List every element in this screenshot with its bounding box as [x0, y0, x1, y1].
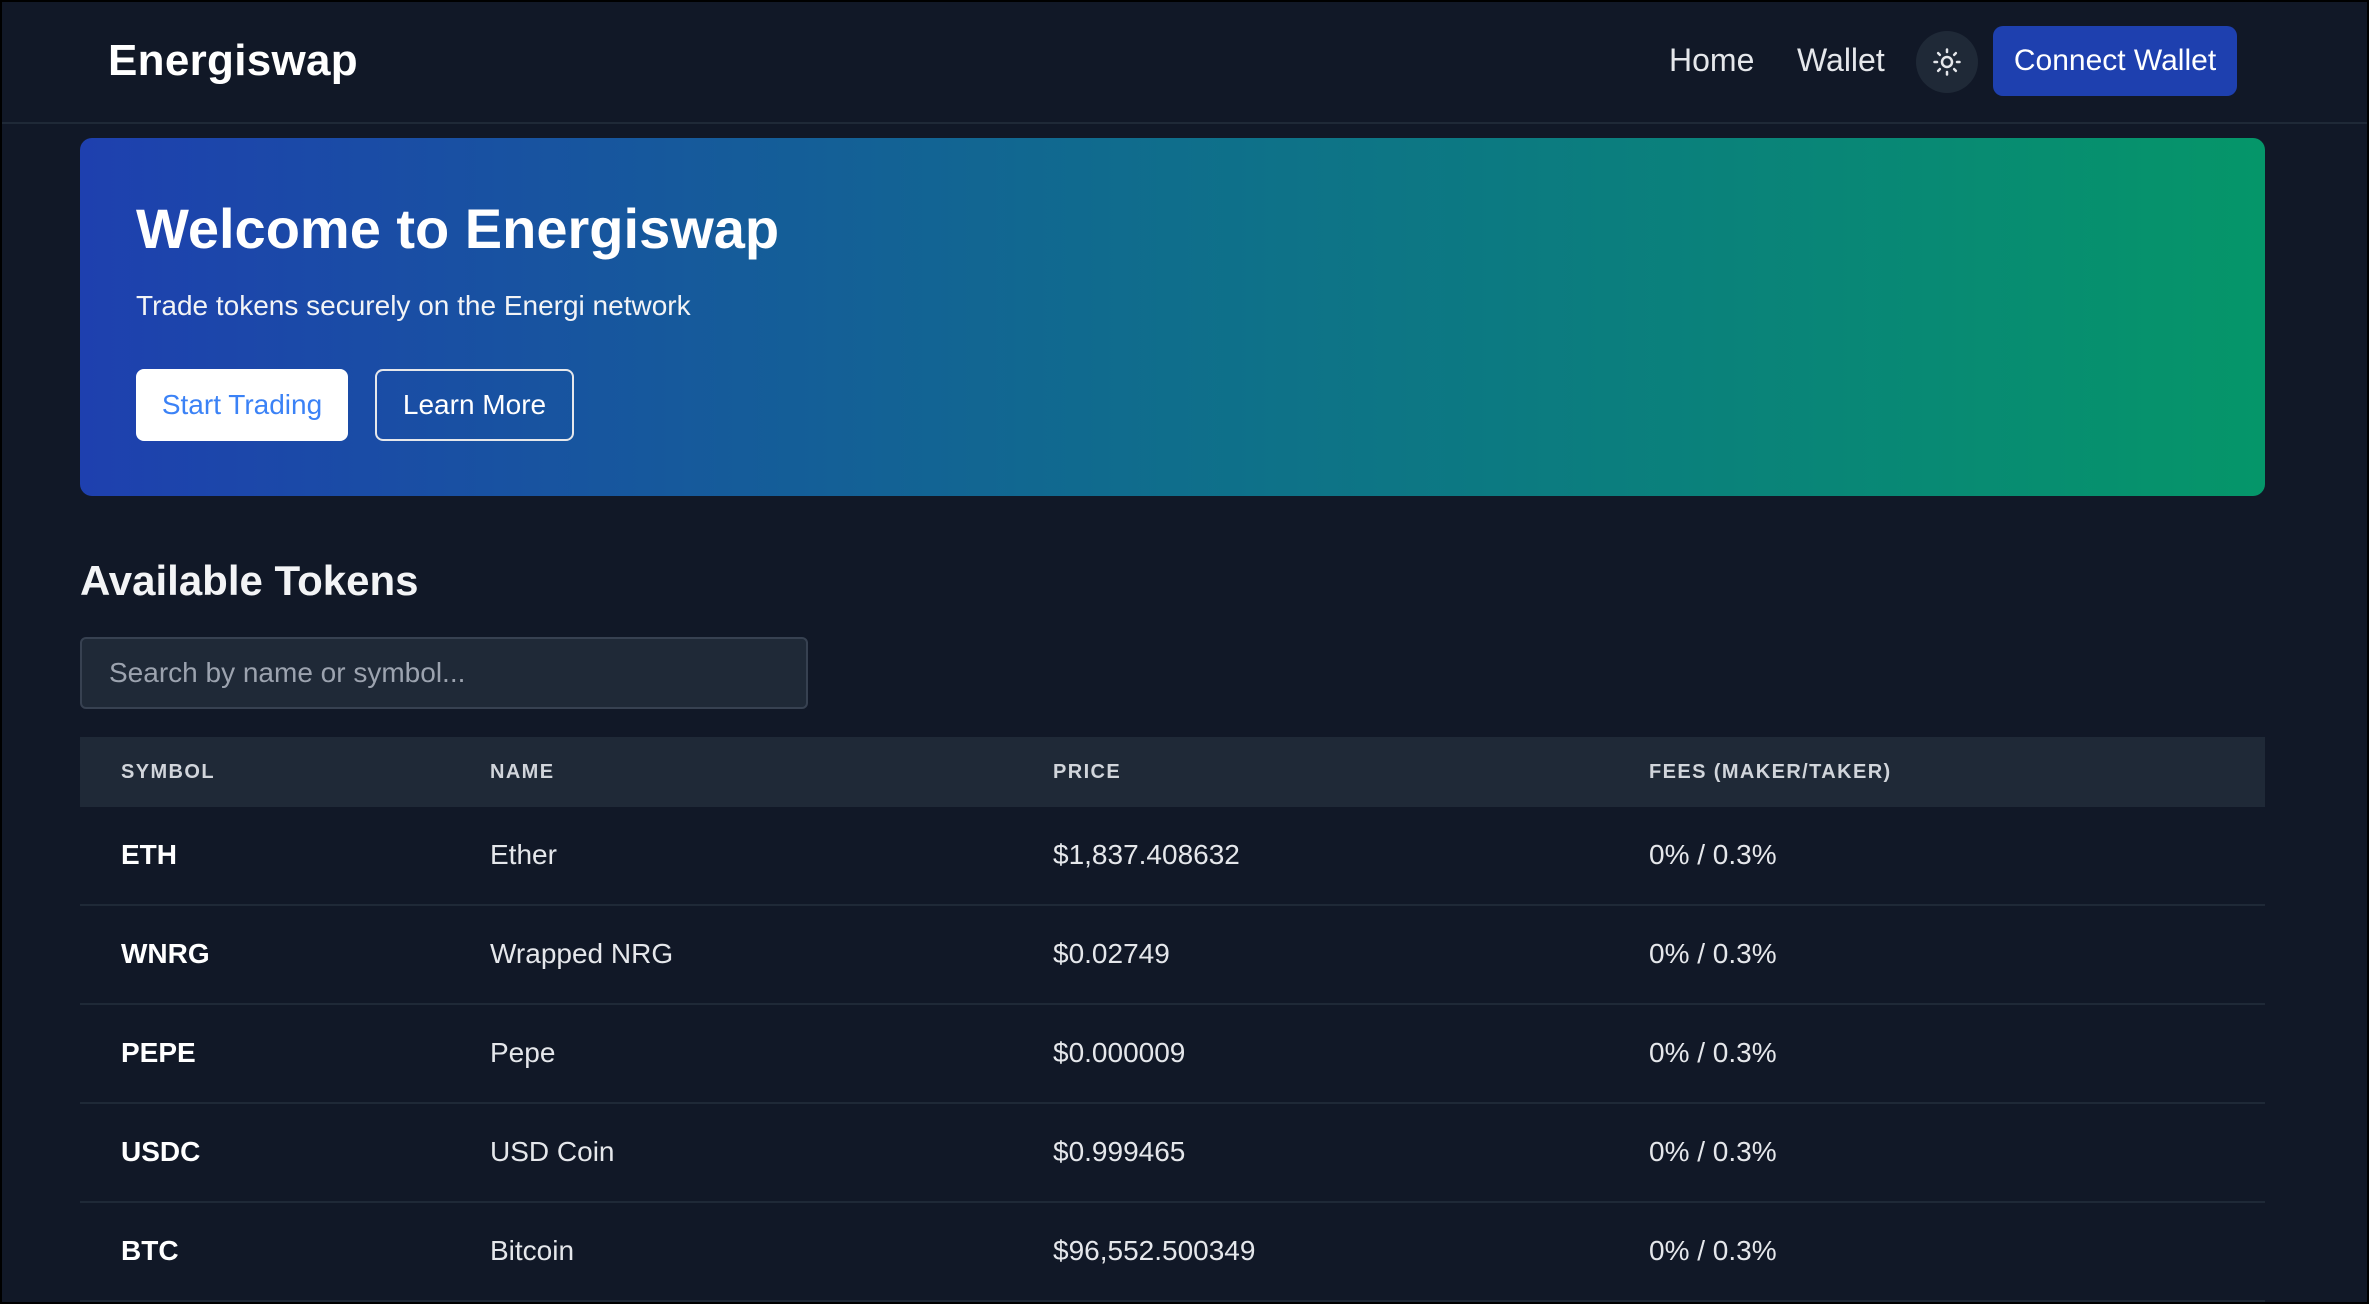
available-tokens-heading: Available Tokens	[80, 557, 419, 604]
token-price: $0.999465	[1053, 1136, 1186, 1167]
theme-toggle-button[interactable]	[1916, 31, 1978, 93]
start-trading-button[interactable]: Start Trading	[136, 369, 348, 441]
column-header-name[interactable]: NAME	[490, 761, 555, 784]
welcome-banner: Welcome to Energiswap Trade tokens secur…	[80, 138, 2265, 496]
table-row[interactable]: PEPE Pepe $0.000009 0% / 0.3%	[80, 1005, 2265, 1104]
token-symbol: PEPE	[121, 1037, 196, 1068]
nav-wallet-link[interactable]: Wallet	[1797, 42, 1885, 79]
token-price: $96,552.500349	[1053, 1235, 1256, 1266]
token-fees: 0% / 0.3%	[1649, 1235, 1777, 1266]
column-header-fees[interactable]: FEES (MAKER/TAKER)	[1649, 761, 1892, 784]
token-name: USD Coin	[490, 1136, 615, 1167]
sun-icon	[1933, 48, 1961, 76]
table-header: SYMBOL NAME PRICE FEES (MAKER/TAKER)	[80, 737, 2265, 807]
token-name: Ether	[490, 839, 557, 870]
token-price: $1,837.408632	[1053, 839, 1240, 870]
table-row[interactable]: ETH Ether $1,837.408632 0% / 0.3%	[80, 807, 2265, 906]
nav-home-link[interactable]: Home	[1669, 42, 1754, 79]
app-window: Energiswap Home Wallet Connect Wallet We…	[0, 0, 2369, 1304]
token-name: Bitcoin	[490, 1235, 575, 1266]
top-navbar: Energiswap Home Wallet Connect Wallet	[2, 2, 2367, 124]
token-symbol: WNRG	[121, 938, 210, 969]
token-symbol: BTC	[121, 1235, 179, 1266]
column-header-price[interactable]: PRICE	[1053, 761, 1121, 784]
table-row[interactable]: BTC Bitcoin $96,552.500349 0% / 0.3%	[80, 1203, 2265, 1302]
token-fees: 0% / 0.3%	[1649, 1037, 1777, 1068]
token-price: $0.000009	[1053, 1037, 1186, 1068]
token-fees: 0% / 0.3%	[1649, 839, 1777, 870]
column-header-symbol[interactable]: SYMBOL	[121, 761, 215, 784]
hero-subtitle: Trade tokens securely on the Energi netw…	[136, 290, 691, 321]
table-row[interactable]: USDC USD Coin $0.999465 0% / 0.3%	[80, 1104, 2265, 1203]
token-fees: 0% / 0.3%	[1649, 1136, 1777, 1167]
token-symbol: USDC	[121, 1136, 201, 1167]
token-name: Wrapped NRG	[490, 938, 674, 969]
table-row[interactable]: WNRG Wrapped NRG $0.02749 0% / 0.3%	[80, 906, 2265, 1005]
tokens-table: SYMBOL NAME PRICE FEES (MAKER/TAKER) ETH…	[80, 737, 2265, 1302]
learn-more-button[interactable]: Learn More	[375, 369, 574, 441]
token-price: $0.02749	[1053, 938, 1170, 969]
brand-logo[interactable]: Energiswap	[108, 36, 358, 86]
connect-wallet-button[interactable]: Connect Wallet	[1993, 26, 2237, 96]
hero-title: Welcome to Energiswap	[136, 197, 780, 260]
token-search-input[interactable]	[80, 637, 808, 709]
token-symbol: ETH	[121, 839, 177, 870]
token-name: Pepe	[490, 1037, 556, 1068]
token-fees: 0% / 0.3%	[1649, 938, 1777, 969]
